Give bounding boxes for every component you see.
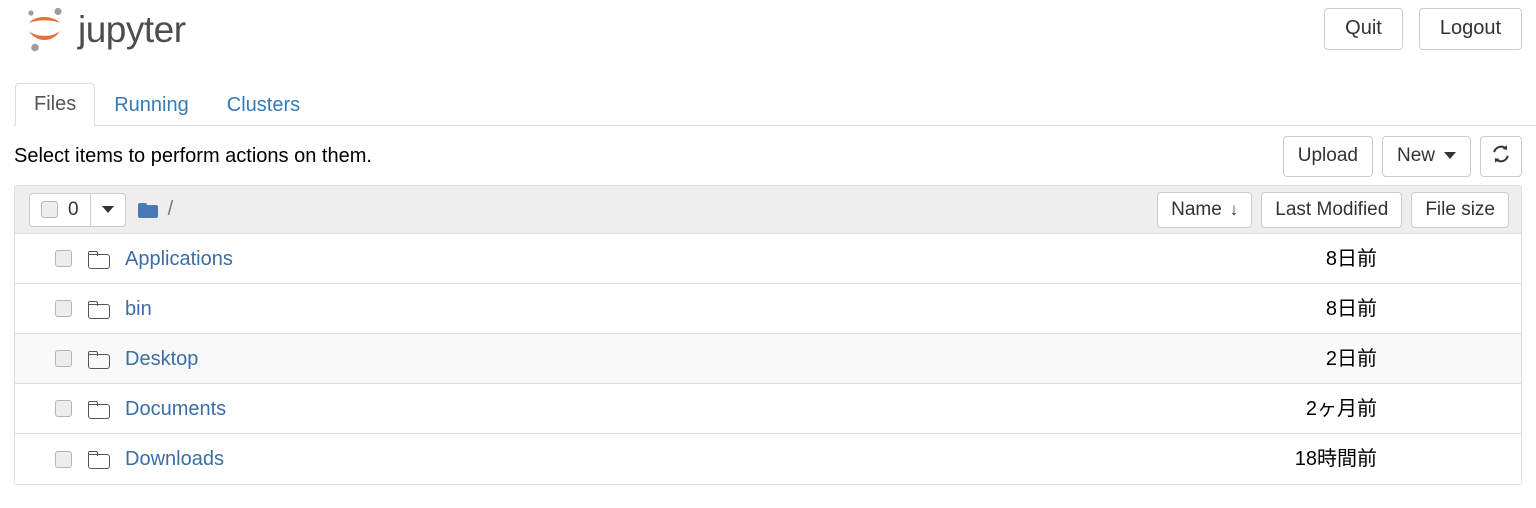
row-name-cell: Documents bbox=[55, 399, 1155, 419]
upload-button[interactable]: Upload bbox=[1282, 135, 1373, 177]
sort-by-name-button[interactable]: Name ↓ bbox=[1157, 191, 1253, 228]
row-name-cell: bin bbox=[55, 299, 1155, 319]
row-modified: 2日前 bbox=[1325, 347, 1377, 370]
item-link[interactable]: Desktop bbox=[125, 349, 198, 369]
row-checkbox[interactable] bbox=[55, 300, 72, 317]
sort-name-label: Name bbox=[1171, 198, 1222, 220]
folder-icon bbox=[137, 201, 160, 218]
row-checkbox[interactable] bbox=[55, 450, 72, 468]
arrow-down-icon: ↓ bbox=[1229, 199, 1239, 219]
new-button[interactable]: New bbox=[1381, 135, 1471, 177]
row-checkbox[interactable] bbox=[55, 350, 72, 367]
row-modified: 8日前 bbox=[1325, 247, 1377, 270]
chevron-down-icon bbox=[1444, 152, 1456, 159]
jupyter-logo-icon bbox=[22, 4, 68, 54]
brand-name: jupyter bbox=[78, 8, 186, 50]
folder-icon bbox=[88, 350, 110, 369]
refresh-icon bbox=[1491, 144, 1511, 168]
folder-icon bbox=[88, 400, 110, 419]
quit-button[interactable]: Quit bbox=[1324, 8, 1403, 50]
breadcrumb-path: / bbox=[167, 198, 174, 220]
select-all-dropdown-button[interactable] bbox=[89, 192, 126, 227]
breadcrumb[interactable]: / bbox=[137, 198, 174, 221]
table-row[interactable]: Downloads 18時間前 bbox=[15, 434, 1521, 484]
action-button-group: Upload New bbox=[1282, 135, 1522, 177]
file-list-header: 0 / Name ↓ Last Modified File size bbox=[15, 186, 1521, 234]
row-name-cell: Applications bbox=[55, 249, 1155, 269]
selection-hint: Select items to perform actions on them. bbox=[14, 145, 372, 167]
folder-icon bbox=[88, 300, 110, 319]
item-link[interactable]: Documents bbox=[125, 399, 226, 419]
row-checkbox[interactable] bbox=[55, 250, 72, 267]
row-name-cell: Desktop bbox=[55, 349, 1155, 369]
tab-clusters[interactable]: Clusters bbox=[208, 84, 319, 126]
item-link[interactable]: bin bbox=[125, 299, 152, 319]
logout-button[interactable]: Logout bbox=[1418, 8, 1522, 50]
table-row[interactable]: bin 8日前 bbox=[15, 284, 1521, 334]
tab-running[interactable]: Running bbox=[95, 84, 208, 126]
chevron-down-icon bbox=[101, 205, 114, 213]
sort-by-size-button[interactable]: File size bbox=[1411, 191, 1509, 228]
new-button-label: New bbox=[1396, 145, 1435, 166]
brand: jupyter bbox=[22, 4, 186, 54]
sort-by-modified-button[interactable]: Last Modified bbox=[1261, 191, 1403, 228]
table-row[interactable]: Documents 2ヶ月前 bbox=[15, 384, 1521, 434]
row-modified: 8日前 bbox=[1325, 297, 1377, 320]
file-list: 0 / Name ↓ Last Modified File size Appli… bbox=[14, 185, 1522, 485]
select-all-group: 0 bbox=[29, 192, 126, 227]
select-all-button[interactable]: 0 bbox=[29, 192, 90, 227]
item-link[interactable]: Applications bbox=[125, 249, 233, 269]
tab-files[interactable]: Files bbox=[15, 83, 96, 126]
upload-button-label: Upload bbox=[1297, 145, 1358, 166]
sort-button-group: Name ↓ Last Modified File size bbox=[1157, 191, 1509, 228]
folder-icon bbox=[88, 250, 110, 269]
table-row[interactable]: Desktop 2日前 bbox=[15, 334, 1521, 384]
select-all-checkbox[interactable] bbox=[41, 200, 58, 218]
page-header: jupyter Quit Logout bbox=[0, 0, 1536, 58]
row-modified: 2ヶ月前 bbox=[1305, 397, 1377, 420]
tab-bar: Files Running Clusters bbox=[14, 80, 1536, 126]
row-checkbox[interactable] bbox=[55, 400, 72, 417]
file-list-header-left: 0 / bbox=[29, 192, 174, 227]
refresh-button[interactable] bbox=[1480, 135, 1522, 177]
row-name-cell: Downloads bbox=[55, 449, 1155, 469]
folder-icon bbox=[88, 451, 110, 469]
header-button-group: Quit Logout bbox=[1324, 8, 1522, 50]
table-row[interactable]: Applications 8日前 bbox=[15, 234, 1521, 284]
action-row: Select items to perform actions on them.… bbox=[0, 126, 1536, 177]
selected-count: 0 bbox=[68, 198, 79, 220]
row-modified: 18時間前 bbox=[1294, 448, 1377, 470]
item-link[interactable]: Downloads bbox=[125, 449, 224, 469]
